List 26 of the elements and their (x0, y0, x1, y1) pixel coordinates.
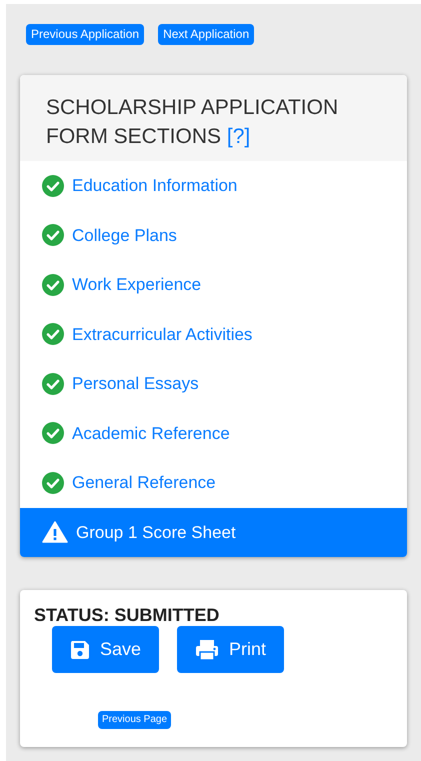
help-link[interactable]: [?] (226, 125, 250, 148)
previous-page-button[interactable]: Previous Page (98, 711, 172, 729)
save-icon (70, 640, 90, 660)
section-item[interactable]: General Reference (20, 458, 407, 508)
check-circle-icon (42, 372, 64, 395)
card-title: SCHOLARSHIP APPLICATION FORM SECTIONS [?] (46, 95, 340, 150)
section-item[interactable]: Extracurricular Activities (20, 310, 407, 359)
check-circle-icon (42, 422, 64, 444)
section-item[interactable]: Academic Reference (20, 408, 407, 458)
save-button[interactable]: Save (52, 626, 160, 673)
warning-icon (42, 521, 68, 544)
section-item[interactable]: Group 1 Score Sheet (20, 508, 407, 557)
section-item[interactable]: College Plans (20, 210, 407, 260)
section-item[interactable]: Education Information (20, 161, 407, 210)
section-item[interactable]: Work Experience (20, 260, 407, 310)
section-item[interactable]: Personal Essays (20, 359, 407, 408)
previous-application-button[interactable]: Previous Application (26, 24, 144, 45)
check-circle-icon (42, 323, 64, 346)
check-circle-icon (42, 274, 64, 296)
check-circle-icon (42, 224, 64, 246)
check-circle-icon (42, 174, 64, 197)
next-application-button[interactable]: Next Application (158, 24, 254, 45)
printer-icon (195, 638, 220, 660)
status-text: STATUS: SUBMITTED (34, 604, 220, 626)
print-button[interactable]: Print (177, 626, 284, 673)
check-circle-icon (42, 472, 64, 494)
